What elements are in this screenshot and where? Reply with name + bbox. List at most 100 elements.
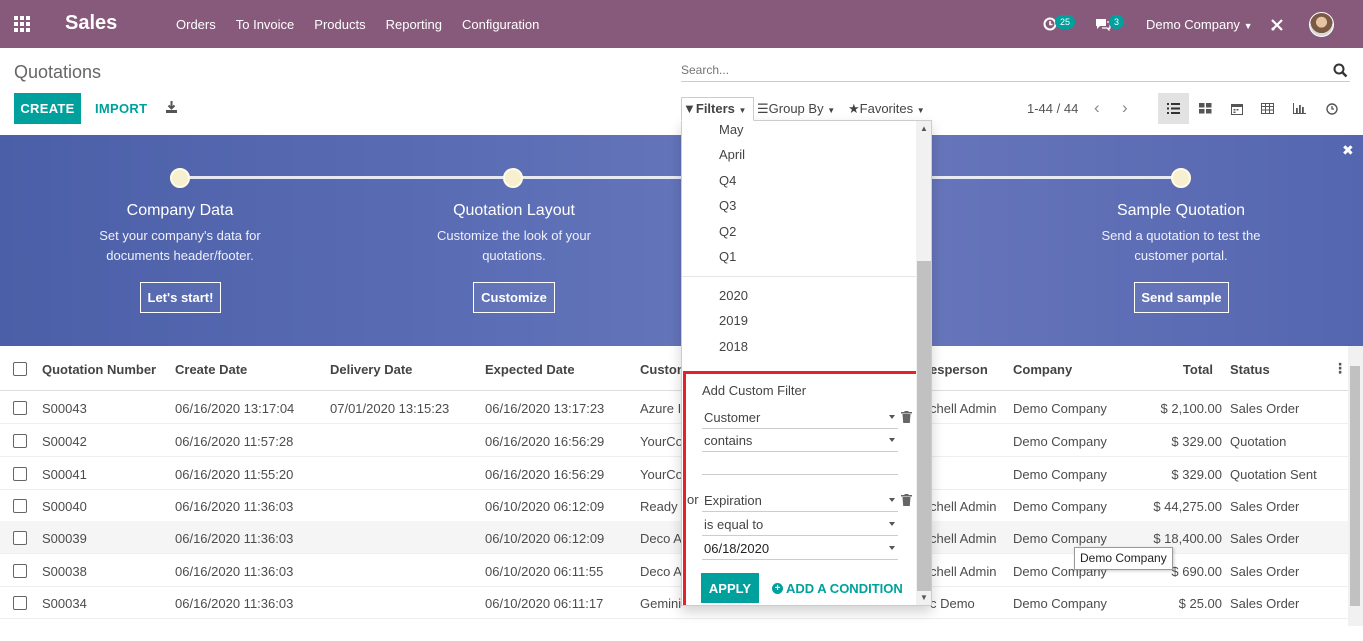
filter-option-q4[interactable]: Q4 [719,173,736,188]
pager-value[interactable]: 1-44 / 44 [1027,101,1078,116]
create-button[interactable]: CREATE [14,93,81,124]
cell-total: $ 2,100.00 [1160,401,1222,416]
dropdown-divider [682,276,916,277]
user-avatar[interactable] [1309,12,1334,37]
activity-button[interactable]: 25 [1043,0,1083,48]
table-row[interactable]: S00043 06/16/2020 13:17:04 07/01/2020 13… [0,391,1348,424]
company-switcher[interactable]: Demo Company ▼ [1146,17,1252,32]
filters-toggle[interactable]: ▼Filters ▼ [681,97,754,121]
apps-menu-icon[interactable] [14,16,32,32]
dropdown-scrollbar[interactable]: ▲ ▼ [916,121,931,605]
column-header-create-date[interactable]: Create Date [175,362,247,377]
graph-view-button[interactable] [1284,93,1315,124]
scrollbar-thumb[interactable] [917,261,931,591]
favorites-toggle[interactable]: ★Favorites ▼ [848,101,925,117]
cell-total: $ 25.00 [1178,596,1222,611]
scrollbar-thumb[interactable] [1350,366,1360,606]
send-sample-button[interactable]: Send sample [1134,282,1229,313]
search-input[interactable] [681,60,1321,80]
row-checkbox[interactable] [13,531,27,545]
app-name[interactable]: Sales [65,12,117,35]
step-title: Quotation Layout [453,202,575,219]
filter-option-2019[interactable]: 2019 [719,313,748,328]
filter-option-q1[interactable]: Q1 [719,249,736,264]
condition-value-input[interactable] [702,453,898,475]
condition-date-input[interactable]: 06/18/2020 [702,538,898,560]
column-header-company[interactable]: Company [1013,362,1072,377]
row-checkbox[interactable] [13,467,27,481]
row-checkbox[interactable] [13,401,27,415]
date-value: 06/18/2020 [704,541,770,556]
kanban-view-button[interactable] [1190,93,1221,124]
column-header-delivery-date[interactable]: Delivery Date [330,362,412,377]
menu-reporting[interactable]: Reporting [386,17,442,32]
step-description: Set your company's data for [99,228,261,243]
message-count-badge: 3 [1109,15,1125,29]
condition-operator-select[interactable]: is equal to [702,514,898,536]
cell-status: Sales Order [1230,499,1300,514]
column-header-expected-date[interactable]: Expected Date [485,362,575,377]
column-header-salesperson[interactable]: esperson [930,362,988,377]
menu-configuration[interactable]: Configuration [462,17,539,32]
messages-button[interactable]: 3 [1095,0,1129,48]
download-icon[interactable] [165,100,178,114]
cell-number: S00039 [42,531,87,546]
condition-field-select[interactable]: Customer [702,407,898,429]
close-icon[interactable]: ✖ [1342,142,1354,159]
step-dot [170,168,190,188]
trash-icon[interactable] [901,494,912,506]
table-row[interactable]: S00041 06/16/2020 11:55:20 06/16/2020 16… [0,457,1348,490]
filter-option-may[interactable]: May [719,122,744,137]
activity-view-button[interactable] [1316,93,1347,124]
trash-icon[interactable] [901,411,912,423]
field-value: Customer [704,410,761,425]
groupby-toggle[interactable]: ☰Group By ▼ [757,101,835,117]
column-header-number[interactable]: Quotation Number [42,362,156,377]
list-view-button[interactable] [1158,93,1189,124]
filter-option-q2[interactable]: Q2 [719,224,736,239]
table-row[interactable]: S00034 06/16/2020 11:36:03 06/10/2020 06… [0,586,1348,619]
caret-down-icon [889,498,895,502]
customize-button[interactable]: Customize [473,282,555,313]
lets-start-button[interactable]: Let's start! [140,282,221,313]
menu-to-invoice[interactable]: To Invoice [236,17,295,32]
pivot-view-button[interactable] [1252,93,1283,124]
cell-status: Sales Order [1230,564,1300,579]
scroll-up-icon[interactable]: ▲ [920,124,928,133]
cell-customer: YourCo [640,434,683,449]
row-checkbox[interactable] [13,499,27,513]
filter-option-q3[interactable]: Q3 [719,198,736,213]
pager-next-icon[interactable]: › [1122,98,1128,118]
row-checkbox[interactable] [13,564,27,578]
apply-button[interactable]: APPLY [701,573,759,603]
filter-option-2018[interactable]: 2018 [719,339,748,354]
search-icon[interactable] [1333,63,1348,78]
menu-products[interactable]: Products [314,17,365,32]
table-row[interactable]: S00042 06/16/2020 11:57:28 06/16/2020 16… [0,424,1348,457]
table-row[interactable]: S00040 06/16/2020 11:36:03 06/10/2020 06… [0,489,1348,522]
cell-salesperson: c Demo [930,596,975,611]
pager-previous-icon[interactable]: ‹ [1094,98,1100,118]
column-header-status[interactable]: Status [1230,362,1270,377]
add-condition-button[interactable]: + ADD A CONDITION [772,581,903,596]
add-custom-filter-title[interactable]: Add Custom Filter [702,383,806,398]
import-button[interactable]: IMPORT [95,101,147,116]
condition-operator-select[interactable]: contains [702,430,898,452]
filter-option-2020[interactable]: 2020 [719,288,748,303]
main-scrollbar[interactable] [1348,346,1363,626]
filter-option-april[interactable]: April [719,147,745,162]
scroll-down-icon[interactable]: ▼ [920,593,928,602]
menu-orders[interactable]: Orders [176,17,216,32]
select-all-checkbox[interactable] [13,362,27,376]
debug-tools-icon[interactable] [1270,18,1284,32]
row-checkbox[interactable] [13,434,27,448]
company-tooltip: Demo Company [1074,547,1173,570]
optional-columns-icon[interactable]: ⋮ [1333,360,1347,377]
condition-field-select[interactable]: Expiration [702,490,898,512]
cell-customer: Ready I [640,499,685,514]
top-navbar: Sales Orders To Invoice Products Reporti… [0,0,1363,48]
row-checkbox[interactable] [13,596,27,610]
column-header-total[interactable]: Total [1140,362,1213,377]
pivot-view-icon [1261,103,1274,114]
calendar-view-button[interactable] [1221,93,1252,124]
